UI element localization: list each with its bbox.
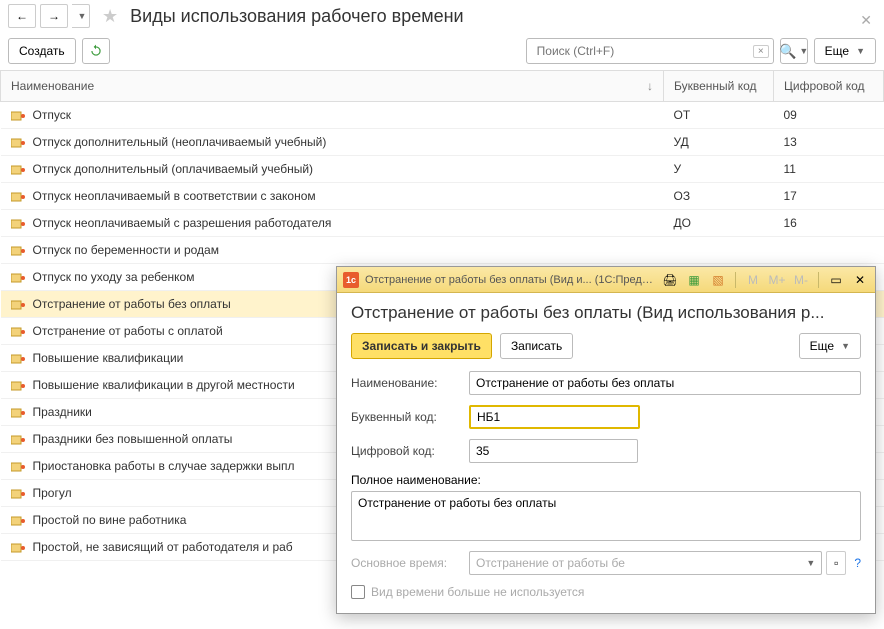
row-name: Праздники (33, 405, 92, 419)
row-digit (774, 237, 884, 264)
input-name[interactable] (469, 371, 861, 395)
row-icon (11, 162, 27, 176)
row-icon (11, 324, 27, 338)
row-digit: 11 (774, 156, 884, 183)
app-icon: 1c (343, 272, 359, 288)
row-icon (11, 432, 27, 446)
row-icon (11, 108, 27, 122)
row-name: Повышение квалификации в другой местност… (33, 378, 295, 392)
row-name: Отпуск неоплачиваемый в соответствии с з… (33, 189, 316, 203)
row-icon (11, 270, 27, 284)
label-unused: Вид времени больше не используется (371, 585, 584, 599)
row-icon (11, 351, 27, 365)
col-digit[interactable]: Цифровой код (774, 71, 884, 102)
table-row[interactable]: Отпуск дополнительный (оплачиваемый учеб… (1, 156, 884, 183)
row-name: Повышение квалификации (33, 351, 184, 365)
row-icon (11, 189, 27, 203)
memory-mplus-icon[interactable]: M+ (768, 271, 786, 289)
row-name: Отпуск по уходу за ребенком (33, 270, 195, 284)
calendar-icon[interactable]: ▧ (709, 271, 727, 289)
label-digit: Цифровой код: (351, 444, 461, 458)
dialog-more-button[interactable]: Еще▼ (799, 333, 861, 359)
input-fullname[interactable] (351, 491, 861, 541)
table-row[interactable]: Отпуск ОТ09 (1, 102, 884, 129)
row-icon (11, 459, 27, 473)
row-digit: 13 (774, 129, 884, 156)
table-row[interactable]: Отпуск неоплачиваемый с разрешения работ… (1, 210, 884, 237)
dialog-title: Отстранение от работы без оплаты (Вид и.… (365, 274, 655, 286)
row-name: Приостановка работы в случае задержки вы… (33, 459, 295, 473)
table-row[interactable]: Отпуск по беременности и родам (1, 237, 884, 264)
row-letter: УД (664, 129, 774, 156)
dialog-heading: Отстранение от работы без оплаты (Вид ис… (351, 303, 861, 323)
save-button[interactable]: Записать (500, 333, 573, 359)
row-icon (11, 216, 27, 230)
search-input-wrap: × (526, 38, 774, 64)
row-letter: ОТ (664, 102, 774, 129)
row-digit: 16 (774, 210, 884, 237)
select-basetime[interactable]: Отстранение от работы бе▼ (469, 551, 822, 575)
table-row[interactable]: Отпуск неоплачиваемый в соответствии с з… (1, 183, 884, 210)
label-name: Наименование: (351, 376, 461, 390)
row-letter: ОЗ (664, 183, 774, 210)
edit-dialog: 1c Отстранение от работы без оплаты (Вид… (336, 266, 876, 614)
row-icon (11, 135, 27, 149)
search-clear-icon[interactable]: × (753, 45, 769, 58)
table-row[interactable]: Отпуск дополнительный (неоплачиваемый уч… (1, 129, 884, 156)
label-letter: Буквенный код: (351, 410, 461, 424)
save-close-button[interactable]: Записать и закрыть (351, 333, 492, 359)
row-letter: У (664, 156, 774, 183)
col-letter[interactable]: Буквенный код (664, 71, 774, 102)
page-title: Виды использования рабочего времени (130, 6, 463, 27)
col-name[interactable]: Наименование↓ (1, 71, 664, 102)
label-fullname: Полное наименование: (351, 473, 861, 487)
row-icon (11, 405, 27, 419)
row-name: Отпуск неоплачиваемый с разрешения работ… (33, 216, 332, 230)
row-name: Отпуск по беременности и родам (33, 243, 219, 257)
dialog-close-icon[interactable]: ✕ (851, 271, 869, 289)
favorite-icon[interactable]: ★ (102, 6, 118, 27)
row-digit: 09 (774, 102, 884, 129)
input-digit[interactable] (469, 439, 638, 463)
close-icon[interactable]: ✕ (860, 12, 872, 29)
row-name: Отстранение от работы с оплатой (33, 324, 223, 338)
row-icon (11, 378, 27, 392)
help-icon[interactable]: ? (854, 556, 861, 570)
row-name: Простой по вине работника (33, 513, 187, 527)
memory-mminus-icon[interactable]: M- (792, 271, 810, 289)
table-icon[interactable]: ▦ (685, 271, 703, 289)
more-button[interactable]: Еще▼ (814, 38, 876, 64)
minimize-icon[interactable]: ▭ (827, 271, 845, 289)
row-name: Праздники без повышенной оплаты (33, 432, 233, 446)
row-name: Простой, не зависящий от работодателя и … (33, 540, 293, 554)
nav-history-dropdown[interactable]: ▼ (72, 4, 90, 28)
row-name: Прогул (33, 486, 72, 500)
memory-m-icon[interactable]: M (744, 271, 762, 289)
dialog-titlebar[interactable]: 1c Отстранение от работы без оплаты (Вид… (337, 267, 875, 293)
unused-checkbox[interactable] (351, 585, 365, 599)
print-icon[interactable]: 🖨 (661, 271, 679, 289)
search-button[interactable]: 🔍▼ (780, 38, 808, 64)
row-icon (11, 243, 27, 257)
input-letter[interactable] (469, 405, 640, 429)
row-name: Отпуск дополнительный (неоплачиваемый уч… (33, 135, 327, 149)
nav-forward-button[interactable]: → (40, 4, 68, 28)
row-letter (664, 237, 774, 264)
row-icon (11, 513, 27, 527)
row-icon (11, 486, 27, 500)
label-basetime: Основное время: (351, 556, 461, 570)
nav-back-button[interactable]: ← (8, 4, 36, 28)
row-name: Отпуск дополнительный (оплачиваемый учеб… (33, 162, 314, 176)
open-basetime-button[interactable]: ▫ (826, 551, 846, 575)
row-letter: ДО (664, 210, 774, 237)
row-name: Отстранение от работы без оплаты (33, 297, 231, 311)
row-icon (11, 540, 27, 554)
refresh-button[interactable] (82, 38, 110, 64)
create-button[interactable]: Создать (8, 38, 76, 64)
row-digit: 17 (774, 183, 884, 210)
row-icon (11, 297, 27, 311)
search-input[interactable] (531, 44, 753, 58)
row-name: Отпуск (33, 108, 71, 122)
